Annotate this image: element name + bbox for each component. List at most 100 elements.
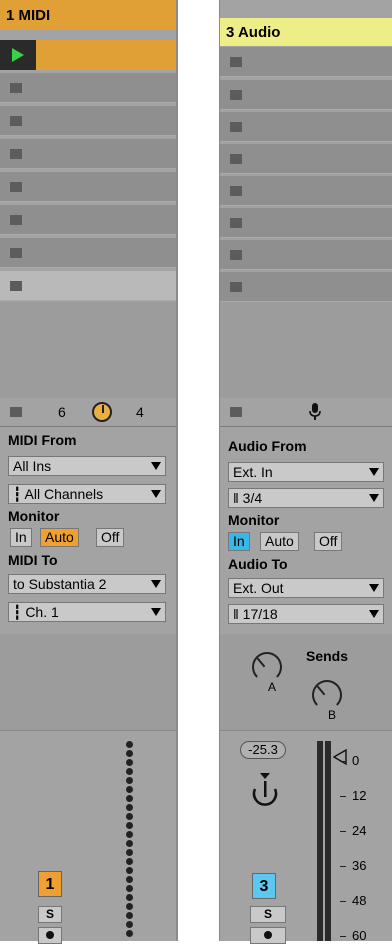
volume-value: -25.3 [248,742,278,757]
audio-track: 3 Audio Audio From Ext. In ‖ 3/4 Monitor… [219,0,392,944]
meter-tick-mark [340,796,346,797]
microphone-icon[interactable] [308,403,322,421]
monitor-auto-button[interactable]: Auto [40,528,79,547]
track-activator-button[interactable]: 3 [252,873,276,899]
solo-button[interactable]: S [250,906,286,923]
arm-icon [46,931,54,939]
stop-icon[interactable] [230,282,242,292]
clip-slot[interactable] [0,238,176,268]
stop-icon[interactable] [230,154,242,164]
level-meter-right [325,741,331,941]
monitor-off-label: Off [101,529,120,545]
stop-all-icon[interactable] [230,407,242,417]
monitor-auto-label: Auto [45,529,74,545]
dropdown-arrow-icon [369,610,379,618]
meter-dot [126,786,133,793]
meter-dot [126,903,133,910]
clip-slot[interactable] [220,80,392,110]
track-activator-button[interactable]: 1 [38,871,62,897]
meter-tick-mark [340,761,346,762]
send-a-label: A [268,680,277,694]
meter-tick-mark [340,901,346,902]
meter-tick-label: 12 [352,788,367,803]
monitor-label: Monitor [8,508,60,524]
midi-sends-area [0,634,176,730]
clip-slot[interactable] [0,205,176,235]
audio-to-channel-select[interactable]: ‖ 17/18 [228,604,384,624]
meter-tick-mark [340,936,346,937]
clip-slot-playing[interactable] [0,40,176,70]
play-icon[interactable] [12,48,24,62]
orange-knob-icon[interactable] [92,402,112,422]
track-stop-row [220,398,392,427]
clip-slot[interactable] [220,47,392,77]
meter-dot [126,912,133,919]
clip-slot[interactable] [0,73,176,103]
clip-slot-selected[interactable] [0,271,176,301]
send-a-knob[interactable] [252,652,282,682]
stop-icon[interactable] [230,186,242,196]
clip-slot[interactable] [220,240,392,270]
arm-button[interactable] [38,927,62,944]
midi-from-select[interactable]: All Ins [8,456,166,476]
monitor-in-button[interactable]: In [228,532,250,551]
stop-icon[interactable] [230,90,242,100]
stop-icon[interactable] [10,149,22,159]
stop-icon[interactable] [10,116,22,126]
stop-icon[interactable] [10,248,22,258]
track-title-label: 3 Audio [226,23,281,41]
scene-value-left: 6 [58,404,66,420]
meter-tick-mark [340,831,346,832]
clip-slot[interactable] [0,139,176,169]
send-b-knob[interactable] [312,680,342,710]
sends-section: Sends A B [220,634,392,730]
meter-dot [126,867,133,874]
stop-icon[interactable] [230,122,242,132]
track-title-midi[interactable]: 1 MIDI [0,0,176,30]
stop-icon[interactable] [230,218,242,228]
meter-dot [126,759,133,766]
clip-slot[interactable] [0,106,176,136]
midi-to-channel-select[interactable]: ┇ Ch. 1 [8,602,166,622]
monitor-auto-button[interactable]: Auto [260,532,299,551]
stop-icon[interactable] [10,281,22,291]
solo-label: S [45,907,54,921]
meter-dot [126,741,133,748]
stop-icon[interactable] [10,182,22,192]
clip-slot[interactable] [220,144,392,174]
pan-knob[interactable] [248,771,282,811]
arm-button[interactable] [250,927,286,944]
monitor-off-button[interactable]: Off [314,532,343,551]
meter-tick-label: 0 [352,753,360,768]
solo-button[interactable]: S [38,906,62,923]
volume-display[interactable]: -25.3 [240,741,286,759]
midi-channel-select[interactable]: ┇ All Channels [8,484,166,504]
volume-fader-handle-icon[interactable] [333,749,347,765]
audio-from-select[interactable]: Ext. In [228,462,384,482]
solo-label: S [263,907,272,921]
monitor-off-button[interactable]: Off [96,528,125,547]
meter-dot [126,921,133,928]
midi-to-select[interactable]: to Substantia 2 [8,574,166,594]
midi-mixer-strip: 1 S [0,730,176,944]
monitor-in-label: In [233,533,245,549]
track-title-audio[interactable]: 3 Audio [220,18,392,46]
track-title-label: 1 MIDI [6,6,51,24]
clip-slot[interactable] [220,176,392,206]
clip-slot[interactable] [220,112,392,142]
stop-icon[interactable] [230,250,242,260]
stop-icon[interactable] [230,57,242,67]
midi-channel-value: ┇ All Channels [13,486,104,502]
clip-slot[interactable] [220,272,392,302]
send-b-label: B [328,708,337,722]
audio-channel-select[interactable]: ‖ 3/4 [228,488,384,508]
stop-icon[interactable] [10,215,22,225]
stop-all-icon[interactable] [10,407,22,417]
dropdown-arrow-icon [369,584,379,592]
clip-slot[interactable] [220,208,392,238]
audio-to-select[interactable]: Ext. Out [228,578,384,598]
monitor-in-button[interactable]: In [10,528,32,547]
clip-slot[interactable] [0,172,176,202]
stop-icon[interactable] [10,83,22,93]
monitor-label: Monitor [228,512,280,528]
